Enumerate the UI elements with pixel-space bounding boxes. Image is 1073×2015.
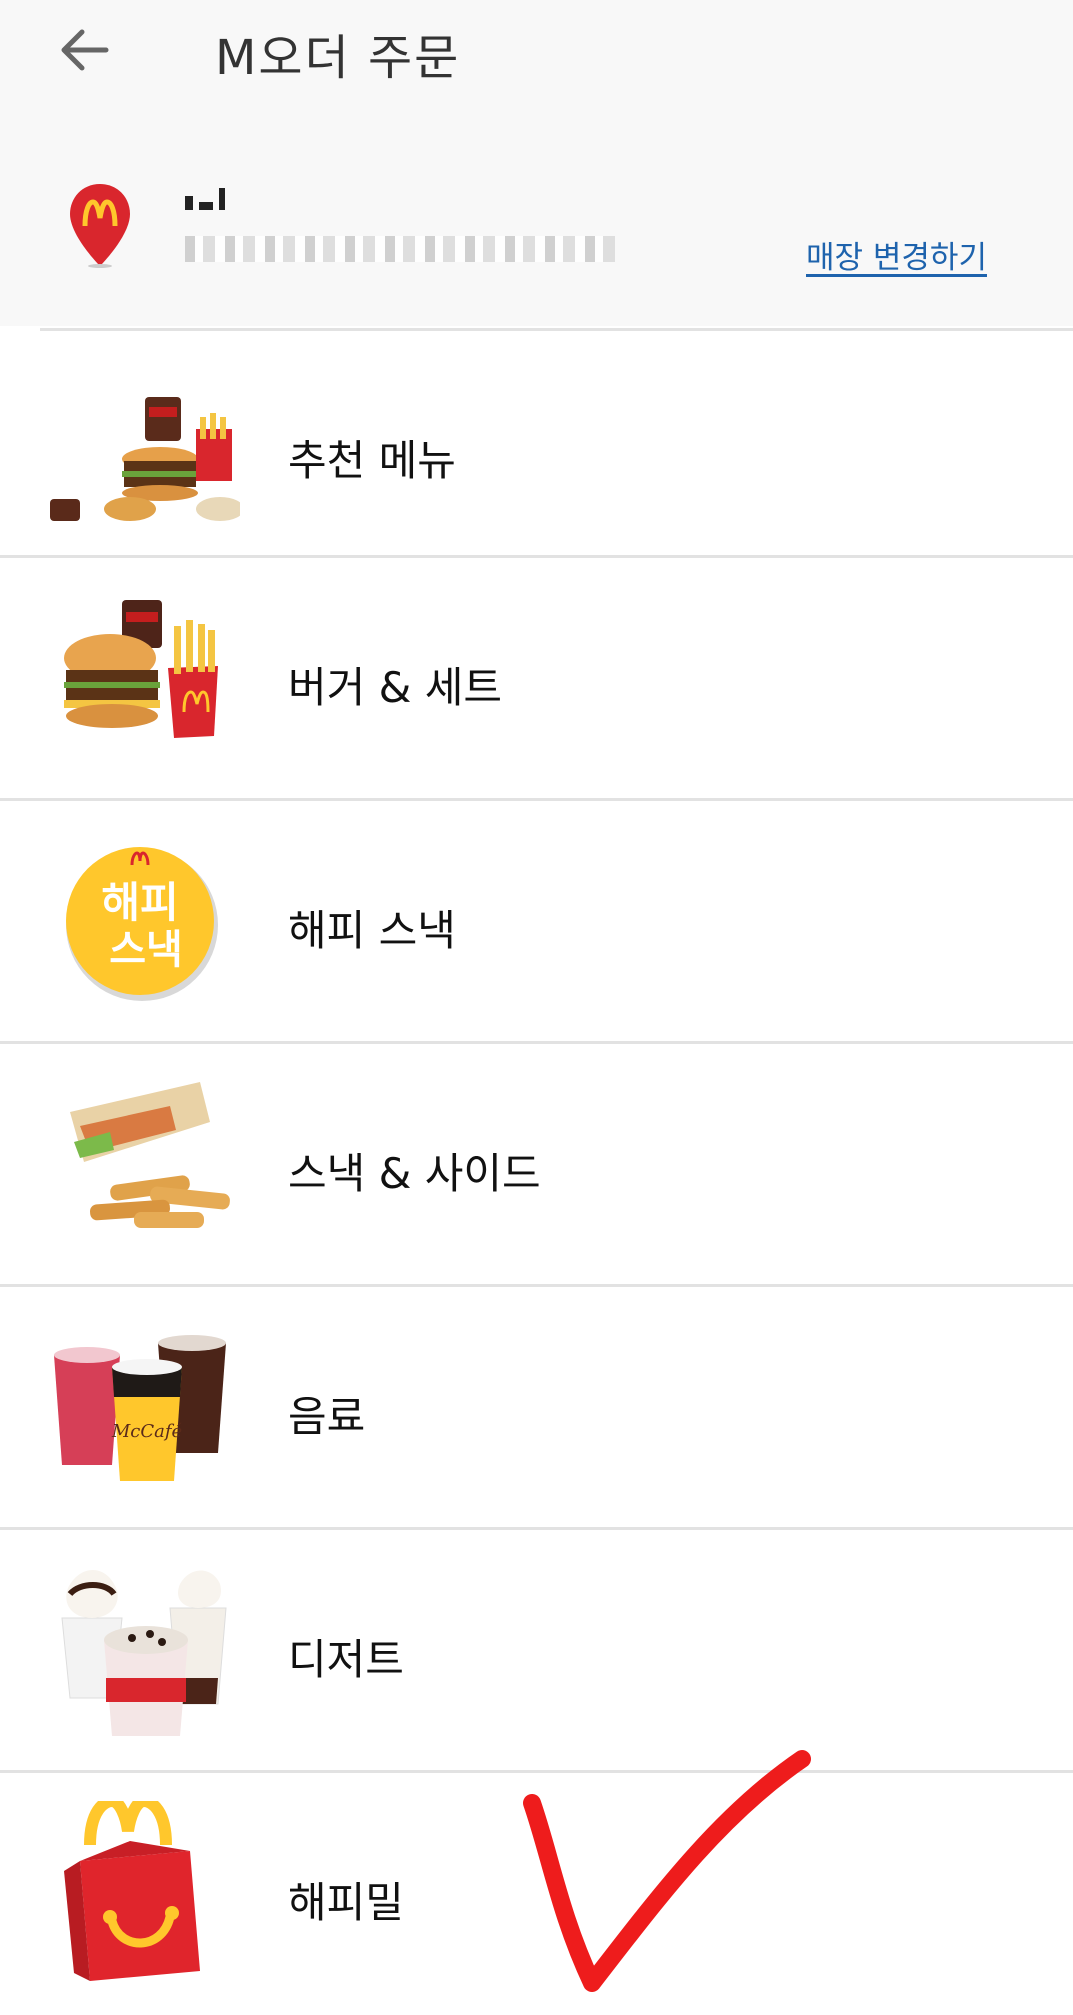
menu-item-drinks[interactable]: McCafé 음료 xyxy=(0,1287,1073,1529)
menu-item-label: 버거 & 세트 xyxy=(288,663,503,712)
menu-item-label: 음료 xyxy=(288,1392,366,1441)
menu-item-happy-snack[interactable]: 해피 스낵 해피 스낵 xyxy=(0,801,1073,1043)
menu-item-label: 해피밀 xyxy=(288,1878,404,1927)
menu-item-burger-set[interactable]: 버거 & 세트 xyxy=(0,558,1073,800)
recommended-menu-image xyxy=(50,397,240,521)
menu-item-snack-side[interactable]: 스낵 & 사이드 xyxy=(0,1044,1073,1286)
menu-item-label: 해피 스낵 xyxy=(288,906,456,955)
menu-item-happy-meal[interactable]: 해피밀 xyxy=(0,1773,1073,2015)
menu-item-dessert[interactable]: 디저트 xyxy=(0,1530,1073,1772)
store-section: 매장 변경하기 xyxy=(0,120,1073,326)
happy-snack-image: 해피 스낵 xyxy=(66,847,218,1001)
burger-set-image xyxy=(64,600,218,738)
store-name-redacted xyxy=(185,188,265,212)
mcdonalds-location-pin-icon xyxy=(70,184,130,268)
menu-item-label: 디저트 xyxy=(288,1635,404,1684)
svg-text:해피: 해피 xyxy=(101,878,178,927)
arrow-left-icon[interactable] xyxy=(52,18,116,82)
change-store-link[interactable]: 매장 변경하기 xyxy=(806,232,987,277)
menu-item-label: 추천 메뉴 xyxy=(288,436,456,485)
happy-meal-image xyxy=(64,1801,200,1981)
snack-side-image xyxy=(70,1082,230,1228)
svg-text:스낵: 스낵 xyxy=(109,927,183,973)
svg-text:McCafé: McCafé xyxy=(111,1421,183,1442)
dessert-image xyxy=(61,1570,227,1736)
menu-item-label: 스낵 & 사이드 xyxy=(288,1149,541,1198)
page-title: M오더 주문 xyxy=(215,30,461,86)
header: M오더 주문 xyxy=(0,0,1073,120)
store-address-redacted xyxy=(185,236,615,262)
drinks-image: McCafé xyxy=(54,1335,226,1481)
menu-item-recommended[interactable]: 추천 메뉴 xyxy=(0,331,1073,573)
